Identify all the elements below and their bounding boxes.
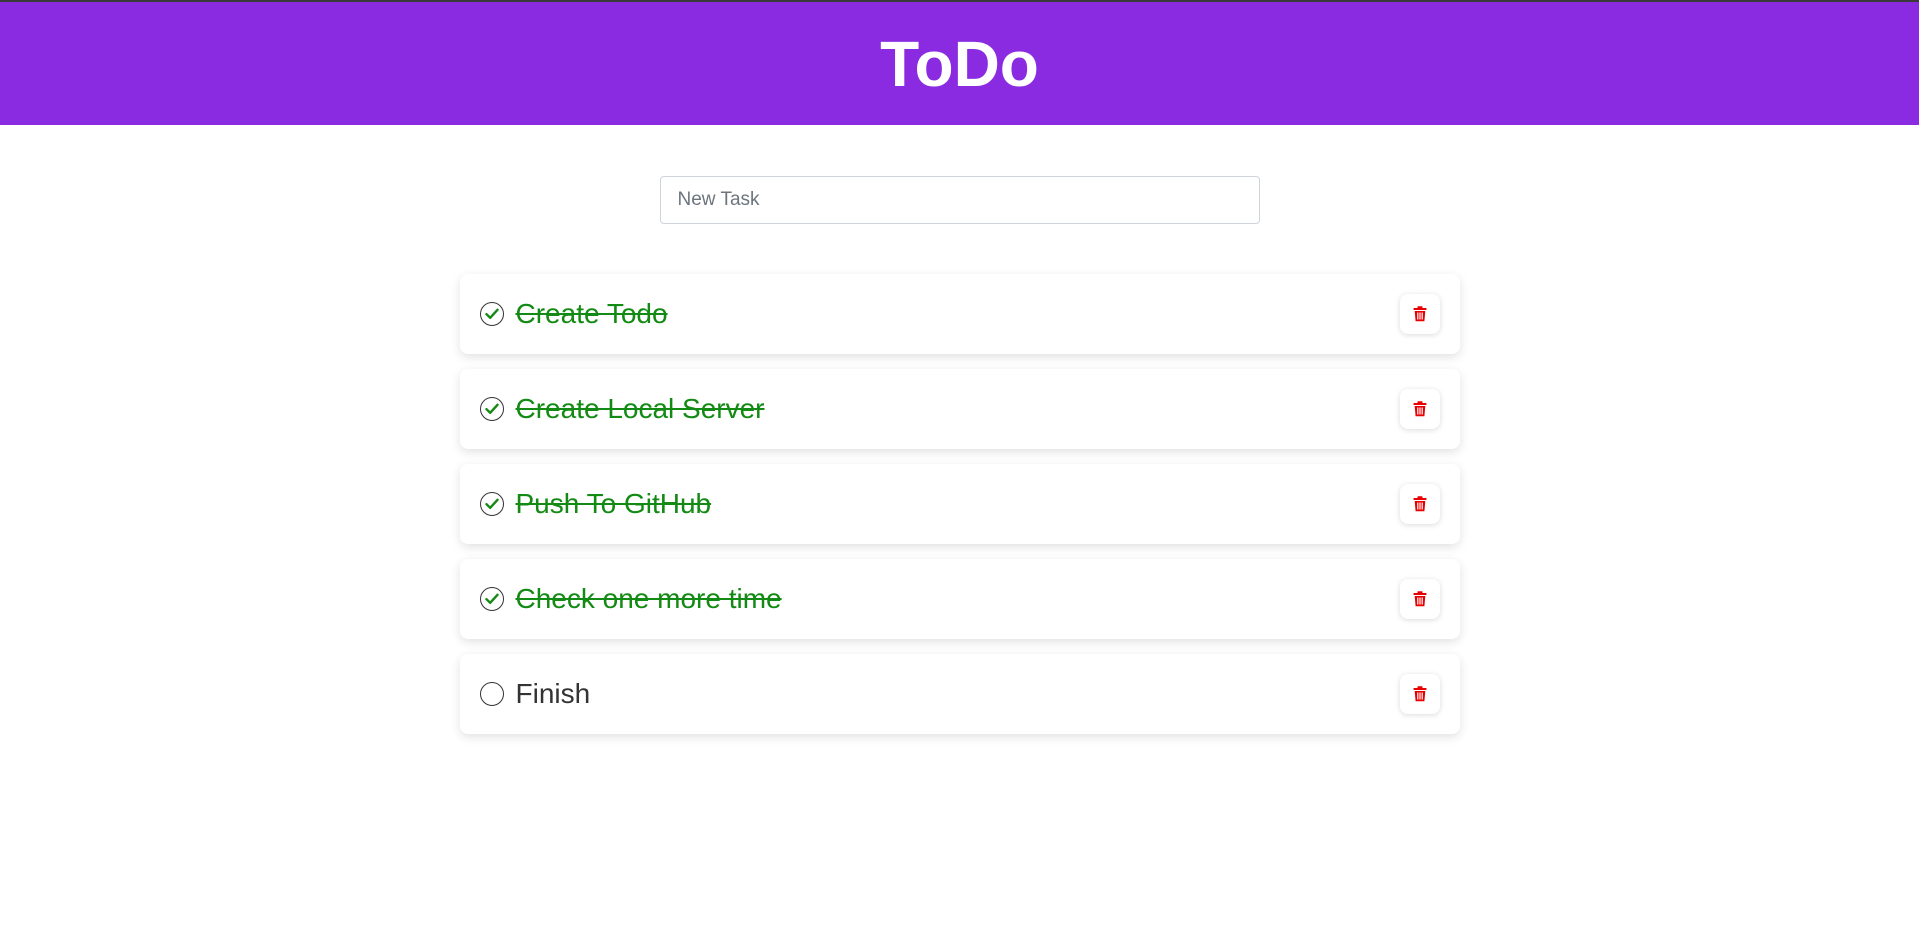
task-label: Check one more time bbox=[515, 583, 782, 614]
task-item: Check one more time bbox=[459, 559, 1460, 639]
delete-task-button[interactable] bbox=[1399, 579, 1440, 619]
trash-icon bbox=[1413, 306, 1426, 322]
task-list: Create Todo Create Local Server Push To … bbox=[459, 274, 1460, 734]
app-title: ToDo bbox=[880, 27, 1039, 100]
check-circle-icon[interactable] bbox=[479, 302, 504, 326]
delete-task-button[interactable] bbox=[1399, 294, 1440, 334]
new-task-input[interactable] bbox=[659, 176, 1260, 224]
task-item: Finish bbox=[459, 654, 1460, 734]
task-label: Finish bbox=[515, 678, 591, 709]
trash-icon bbox=[1413, 591, 1426, 607]
trash-icon bbox=[1413, 686, 1426, 702]
delete-task-button[interactable] bbox=[1399, 389, 1440, 429]
check-circle-icon[interactable] bbox=[479, 587, 504, 611]
task-item: Push To GitHub bbox=[459, 464, 1460, 544]
task-label: Push To GitHub bbox=[515, 488, 712, 519]
app-header: ToDo bbox=[0, 0, 1919, 125]
check-circle-icon[interactable] bbox=[479, 492, 504, 516]
trash-icon bbox=[1413, 401, 1426, 417]
delete-task-button[interactable] bbox=[1399, 484, 1440, 524]
check-circle-icon[interactable] bbox=[479, 397, 504, 421]
delete-task-button[interactable] bbox=[1399, 674, 1440, 714]
task-item: Create Todo bbox=[459, 274, 1460, 354]
trash-icon bbox=[1413, 496, 1426, 512]
task-label: Create Todo bbox=[515, 298, 668, 329]
new-task-container bbox=[0, 176, 1919, 224]
task-label: Create Local Server bbox=[515, 393, 765, 424]
circle-icon[interactable] bbox=[479, 682, 504, 706]
task-item: Create Local Server bbox=[459, 369, 1460, 449]
